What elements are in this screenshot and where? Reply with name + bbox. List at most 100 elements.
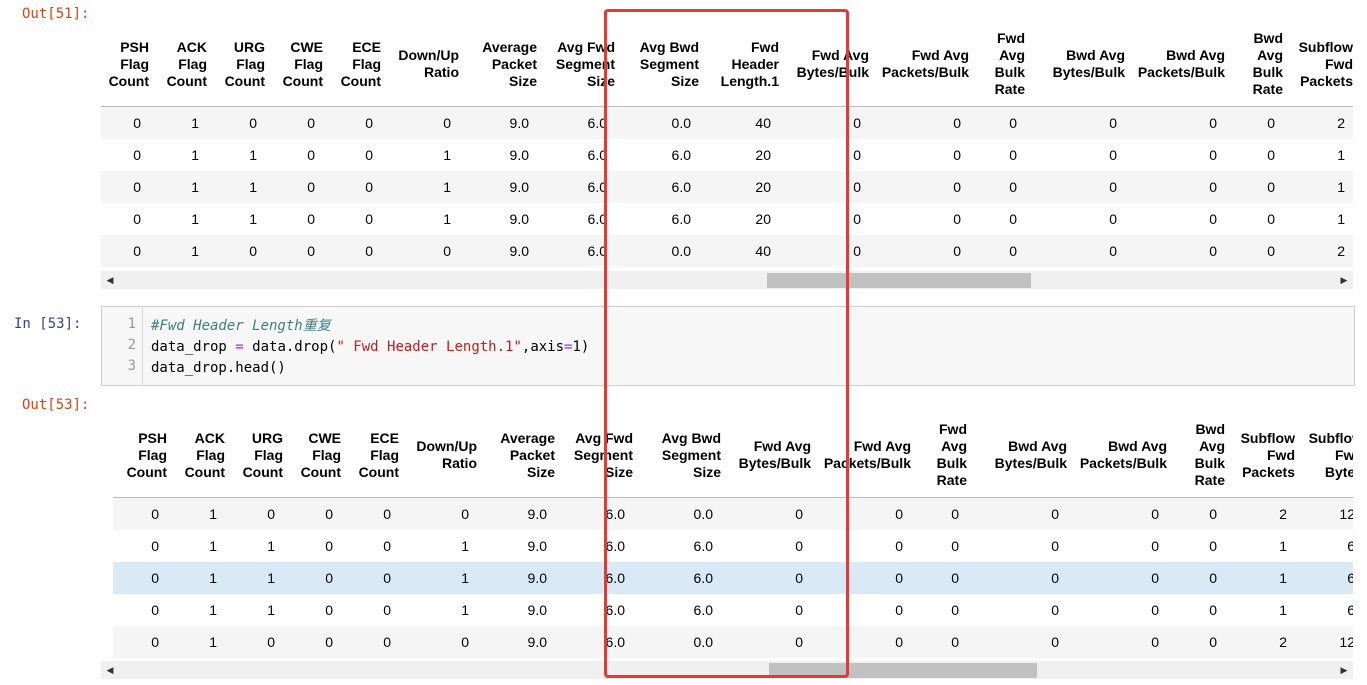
output-prompt-53: Out[53]:	[22, 397, 90, 413]
table-cell: 0	[307, 211, 315, 227]
line-number: 1	[127, 316, 136, 332]
table-cell: 6.0	[559, 562, 637, 594]
table-cell: 0	[287, 626, 345, 658]
table-cell: 1	[249, 147, 257, 163]
dataframe-output-51: PSH Flag Count ACK Flag Count URG Flag Cou…	[101, 22, 1353, 272]
horizontal-scrollbar-53[interactable]: ◀ ▶	[101, 661, 1353, 679]
column-header: ACK Flag Count	[153, 22, 211, 107]
table-cell: 1	[461, 538, 469, 554]
table-cell: 0	[971, 562, 1071, 594]
table-header-row: PSH Flag Count ACK Flag Count URG Flag Cou…	[101, 22, 1353, 107]
table-cell: 0	[327, 235, 385, 267]
table-row[interactable]: 0 1 0 0 0 0 9.0 6.0 0.0 0 0 0 0 0 0 2 12	[113, 497, 1353, 530]
table-cell: 0	[725, 626, 815, 658]
table-row[interactable]: 0 1 1 0 0 1 9.0 6.0 6.0 20 0 0 0 0 0 0 1	[101, 139, 1353, 171]
column-header: Fwd Header Length.1	[703, 22, 783, 107]
horizontal-scrollbar-51[interactable]: ◀ ▶	[101, 271, 1353, 289]
column-header: Bwd Avg Packets/Bulk	[1129, 22, 1229, 107]
table-cell: 0	[853, 211, 861, 227]
table-cell: 0	[345, 626, 403, 658]
table-cell: 0	[1171, 626, 1229, 658]
scroll-right-arrow-icon[interactable]: ▶	[1335, 271, 1353, 289]
table-cell: 0	[385, 106, 463, 139]
table-cell: 0	[345, 562, 403, 594]
table-cell: 2	[1287, 106, 1353, 139]
column-header: Fwd Avg Packets/Bulk	[873, 22, 973, 107]
table-cell: 6	[1299, 562, 1353, 594]
table-cell: 0	[1267, 211, 1275, 227]
table-cell: 0	[1129, 106, 1229, 139]
table-cell: 0	[725, 562, 815, 594]
table-cell: 12	[1299, 497, 1353, 530]
table-row[interactable]: 0 1 1 0 0 1 9.0 6.0 6.0 20 0 0 0 0 0 0 1	[101, 203, 1353, 235]
table-cell: 0	[1151, 602, 1159, 618]
code-operator: =	[235, 339, 244, 355]
table-cell: 6.0	[693, 538, 713, 554]
table-cell: 1	[171, 497, 229, 530]
table-header-row: PSH Flag Count ACK Flag Count URG Flag Cou…	[113, 413, 1353, 498]
table-cell: 1	[153, 106, 211, 139]
table-cell: 0	[873, 235, 973, 267]
scrollbar-thumb[interactable]	[769, 663, 1037, 678]
table-cell: 1	[403, 562, 481, 594]
table-cell: 6.0	[587, 147, 607, 163]
column-header: Bwd Avg Packets/Bulk	[1071, 413, 1171, 498]
column-header: ACK Flag Count	[171, 413, 229, 498]
code-editor[interactable]: #Fwd Header Length重复 data_drop = data.dro…	[151, 316, 589, 379]
table-cell: 0.0	[619, 235, 703, 267]
table-cell: 0	[211, 235, 269, 267]
table-row[interactable]: 0 1 1 0 0 1 9.0 6.0 6.0 0 0 0 0 0 0 1 6	[113, 530, 1353, 562]
table-cell: 6.0	[541, 171, 619, 203]
table-row[interactable]: 0 1 0 0 0 0 9.0 6.0 0.0 40 0 0 0 0 0 0 2	[101, 106, 1353, 139]
column-header: Bwd Avg Bytes/Bulk	[971, 413, 1071, 498]
table-row[interactable]: 0 1 1 0 0 1 9.0 6.0 6.0 20 0 0 0 0 0 0 1	[101, 171, 1353, 203]
table-cell: 12	[1299, 626, 1353, 658]
table-cell: 0.0	[619, 106, 703, 139]
table-cell: 0	[973, 106, 1029, 139]
table-cell: 0	[1209, 211, 1217, 227]
table-cell: 0	[1229, 106, 1287, 139]
code-cell-53[interactable]: 1 2 3 #Fwd Header Length重复 data_drop = da…	[101, 306, 1355, 386]
table-cell: 0	[101, 171, 153, 203]
table-row[interactable]: 0 1 0 0 0 0 9.0 6.0 0.0 0 0 0 0 0 0 2 12	[113, 626, 1353, 658]
table-cell: 0	[951, 538, 959, 554]
table-cell: 0	[1051, 602, 1059, 618]
table-cell: 40	[703, 106, 783, 139]
table-cell: 1	[191, 147, 199, 163]
table-row[interactable]: 0 1 1 0 0 1 9.0 6.0 6.0 0 0 0 0 0 0 1 6	[113, 594, 1353, 626]
table-cell: 0	[1029, 171, 1129, 203]
table-cell: 1	[385, 171, 463, 203]
table-cell: 0	[211, 106, 269, 139]
table-cell: 0	[151, 602, 159, 618]
scroll-left-arrow-icon[interactable]: ◀	[101, 271, 119, 289]
table-cell: 0	[973, 171, 1029, 203]
table-cell: 0	[953, 211, 961, 227]
table-cell: 0	[113, 626, 171, 658]
table-cell: 0	[915, 626, 971, 658]
table-cell: 1	[171, 626, 229, 658]
table-cell: 0	[1171, 497, 1229, 530]
table-cell: 0	[325, 538, 333, 554]
table-cell: 0	[327, 171, 385, 203]
code-token: data.drop(	[243, 339, 337, 355]
table-row[interactable]: 0 1 0 0 0 0 9.0 6.0 0.0 40 0 0 0 0 0 0 2	[101, 235, 1353, 267]
table-cell: 0	[269, 235, 327, 267]
scrollbar-thumb[interactable]	[767, 273, 1031, 288]
table-cell: 0	[345, 497, 403, 530]
column-header: ECE Flag Count	[327, 22, 385, 107]
table-cell: 9.0	[463, 235, 541, 267]
table-row[interactable]: 0 1 1 0 0 1 9.0 6.0 6.0 0 0 0 0 0 0 1 6	[113, 562, 1353, 594]
table-cell: 0.0	[637, 497, 725, 530]
table-cell: 0	[783, 171, 873, 203]
table-cell: 9.0	[463, 171, 541, 203]
table-cell: 0	[1151, 538, 1159, 554]
table-cell: 0	[1071, 562, 1171, 594]
table-cell: 0	[873, 106, 973, 139]
table-cell: 1	[229, 562, 287, 594]
table-cell: 1	[191, 211, 199, 227]
table-cell: 0	[915, 562, 971, 594]
table-cell: 0	[229, 626, 287, 658]
scroll-left-arrow-icon[interactable]: ◀	[101, 661, 119, 679]
scroll-right-arrow-icon[interactable]: ▶	[1335, 661, 1353, 679]
column-header: Avg Fwd Segment Size	[559, 413, 637, 498]
